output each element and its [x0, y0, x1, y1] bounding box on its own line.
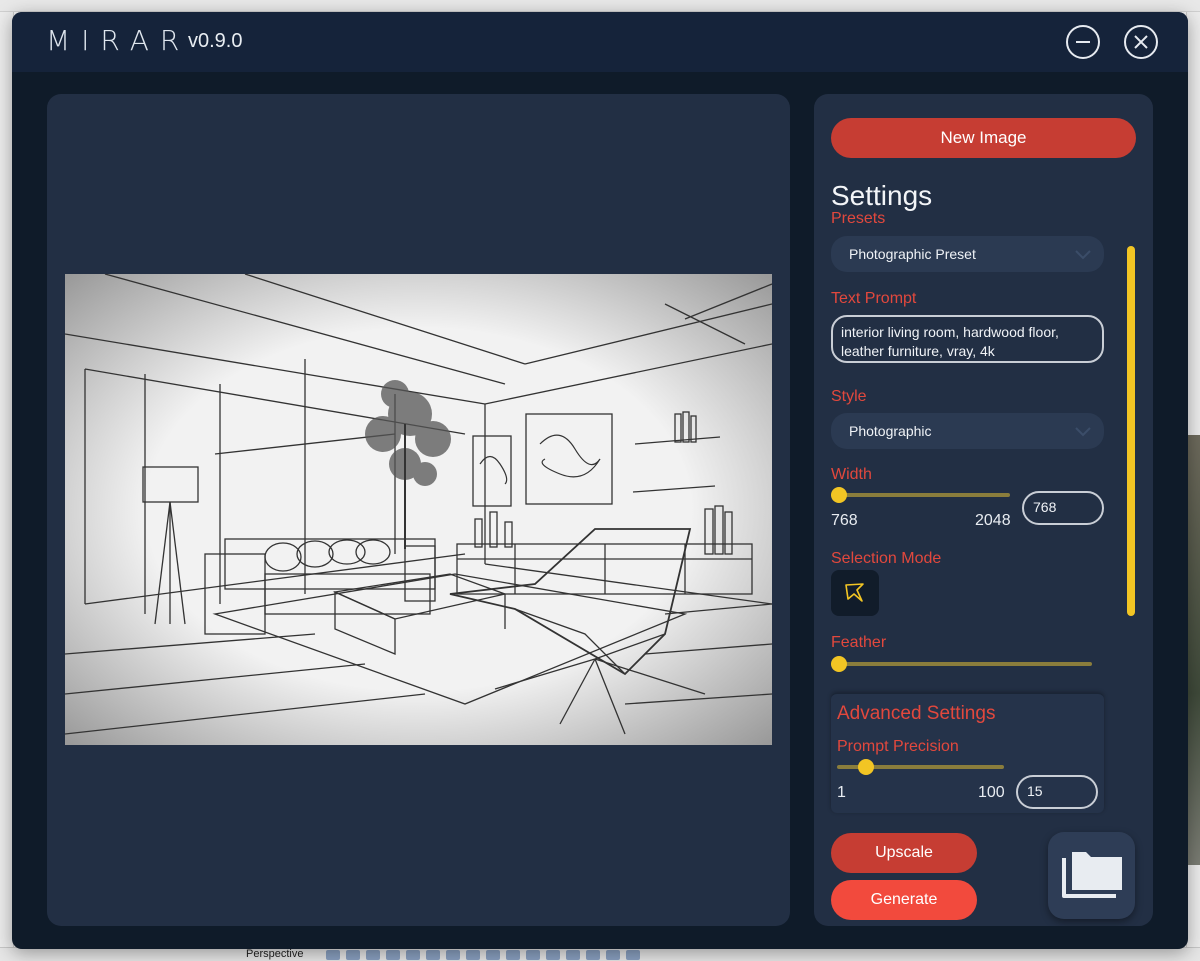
host-tool-icon[interactable]	[366, 950, 380, 960]
host-viewport-photo	[1188, 435, 1200, 865]
host-status-bar: Perspective	[0, 947, 1200, 961]
app-version: v0.9.0	[188, 30, 243, 52]
precision-max-label: 100	[978, 784, 1005, 801]
style-dropdown-value: Photographic	[849, 423, 932, 439]
advanced-settings-title: Advanced Settings	[837, 703, 996, 724]
width-label: Width	[831, 466, 872, 483]
selection-mode-label: Selection Mode	[831, 550, 942, 567]
host-tool-icon[interactable]	[326, 950, 340, 960]
width-slider-handle[interactable]	[831, 487, 847, 503]
settings-title: Settings	[831, 180, 933, 211]
width-max-label: 2048	[975, 512, 1011, 529]
feather-slider[interactable]	[831, 654, 1092, 674]
minimize-button[interactable]	[1066, 25, 1100, 59]
style-label: Style	[831, 388, 867, 405]
host-tool-icon[interactable]	[586, 950, 600, 960]
feather-slider-handle[interactable]	[831, 656, 847, 672]
close-button[interactable]	[1124, 25, 1158, 59]
close-icon	[1134, 35, 1148, 49]
presets-label-text: Presets	[831, 211, 886, 227]
text-prompt-input[interactable]: interior living room, hardwood floor, le…	[831, 315, 1104, 363]
host-toolbar-icons	[326, 950, 640, 960]
host-view-label[interactable]: Perspective	[246, 948, 303, 961]
chevron-down-icon	[1074, 236, 1092, 285]
lasso-selection-icon	[845, 583, 864, 602]
host-tool-icon[interactable]	[626, 950, 640, 960]
settings-scrollbar[interactable]	[1127, 246, 1135, 616]
host-tool-icon[interactable]	[466, 950, 480, 960]
living-room-sketch	[65, 274, 772, 745]
width-min-label: 768	[831, 512, 858, 529]
chevron-down-icon	[1074, 413, 1092, 462]
prompt-precision-label: Prompt Precision	[837, 738, 959, 755]
open-folder-button[interactable]	[1048, 832, 1135, 919]
width-slider[interactable]	[831, 485, 1010, 505]
sketch-image[interactable]	[65, 274, 772, 745]
host-tool-icon[interactable]	[426, 950, 440, 960]
host-tool-icon[interactable]	[346, 950, 360, 960]
host-tool-icon[interactable]	[486, 950, 500, 960]
prompt-precision-handle[interactable]	[858, 759, 874, 775]
feather-slider-track[interactable]	[831, 662, 1092, 666]
host-tool-icon[interactable]	[386, 950, 400, 960]
host-tool-icon[interactable]	[526, 950, 540, 960]
folder-icon	[1062, 852, 1122, 898]
minimize-icon	[1076, 41, 1090, 43]
host-tool-icon[interactable]	[566, 950, 580, 960]
feather-label: Feather	[831, 634, 887, 651]
prompt-precision-input[interactable]: 15	[1016, 775, 1098, 809]
image-canvas-panel[interactable]	[47, 94, 790, 926]
presets-dropdown[interactable]: Photographic Preset	[831, 236, 1104, 272]
presets-dropdown-value: Photographic Preset	[849, 246, 976, 262]
text-prompt-label: Text Prompt	[831, 290, 917, 307]
prompt-precision-slider[interactable]	[837, 757, 1004, 777]
title-bar[interactable]: MIRAR v0.9.0	[12, 12, 1188, 72]
selection-mode-button[interactable]	[831, 570, 879, 616]
host-top-strip	[0, 0, 1200, 12]
upscale-button[interactable]: Upscale	[831, 833, 977, 873]
host-tool-icon[interactable]	[606, 950, 620, 960]
style-dropdown[interactable]: Photographic	[831, 413, 1104, 449]
mirar-window: MIRAR v0.9.0 New Image Settings Presets …	[12, 12, 1188, 949]
settings-panel[interactable]: New Image Settings Presets Photographic …	[814, 94, 1153, 926]
app-logo: MIRAR	[46, 24, 191, 57]
host-tool-icon[interactable]	[546, 950, 560, 960]
width-slider-track[interactable]	[831, 493, 1010, 497]
host-tool-icon[interactable]	[406, 950, 420, 960]
width-value-input[interactable]: 768	[1022, 491, 1104, 525]
new-image-button[interactable]: New Image	[831, 118, 1136, 158]
host-tool-icon[interactable]	[506, 950, 520, 960]
presets-label: Presets	[831, 211, 885, 227]
host-tool-icon[interactable]	[446, 950, 460, 960]
generate-button[interactable]: Generate	[831, 880, 977, 920]
precision-min-label: 1	[837, 784, 846, 801]
